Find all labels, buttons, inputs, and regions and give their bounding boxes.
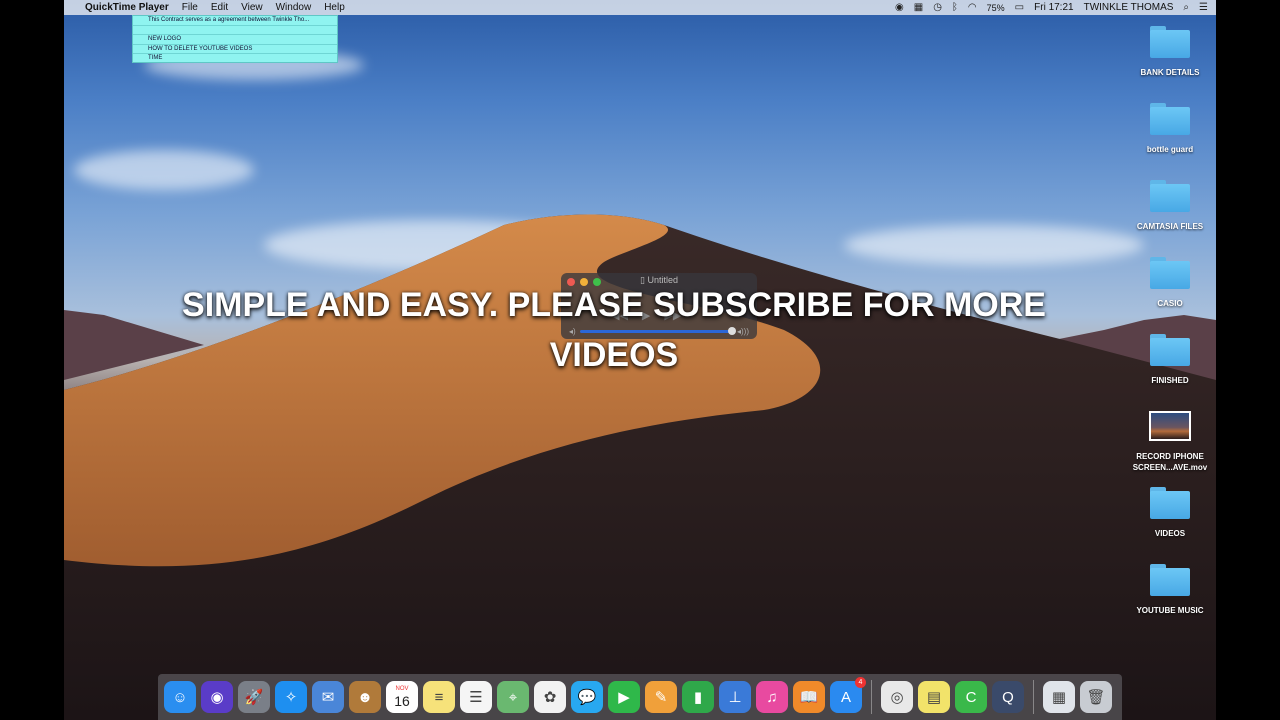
books-icon[interactable]: 📖 (793, 681, 825, 713)
folder-icon (1150, 257, 1190, 289)
movie-thumbnail-icon (1149, 411, 1191, 441)
mail-icon[interactable]: ✉ (312, 681, 344, 713)
numbers-icon[interactable]: ▮ (682, 681, 714, 713)
desktop: QuickTime Player File Edit View Window H… (64, 0, 1216, 720)
menu-view[interactable]: View (241, 2, 263, 13)
reminders-icon[interactable]: ☰ (460, 681, 492, 713)
stickies-note[interactable]: This Contract serves as a agreement betw… (132, 15, 338, 63)
notification-center-icon[interactable]: ☰ (1199, 2, 1208, 13)
dock: ☺ ◉ 🚀 ✧ ✉ ☻ NOV 16 ≡ ☰ ⌖ ✿ 💬 ▶ ✎ ▮ ⊥ ♫ 📖 A 4 ◎ ▤ C Q ▦ 🗑 (158, 674, 1122, 720)
pages-icon[interactable]: ✎ (645, 681, 677, 713)
notification-badge: 4 (855, 677, 866, 688)
desktop-folder-youtube-music[interactable]: YOUTUBE MUSIC (1125, 564, 1215, 615)
sticky-line: HOW TO DELETE YOUTUBE VIDEOS (133, 45, 337, 55)
contacts-icon[interactable]: ☻ (349, 681, 381, 713)
sticky-line: TIME (148, 55, 163, 62)
desktop-folder-casio[interactable]: CASIO (1125, 257, 1215, 308)
itunes-icon[interactable]: ♫ (756, 681, 788, 713)
maps-icon[interactable]: ⌖ (497, 681, 529, 713)
desktop-file-record-iphone-screen[interactable]: RECORD IPHONE SCREEN...AVE.mov (1125, 411, 1215, 473)
app-menu[interactable]: QuickTime Player (85, 2, 169, 13)
user-name[interactable]: TWINKLE THOMAS (1084, 2, 1174, 13)
sticky-line (133, 26, 337, 36)
app-store-icon[interactable]: A4 (830, 677, 866, 713)
desktop-folder-bottle-guard[interactable]: bottle guard (1125, 103, 1215, 154)
video-caption: SIMPLE AND EASY. PLEASE SUBSCRIBE FOR MO… (182, 286, 1046, 374)
folder-icon (1150, 564, 1190, 596)
desktop-icon-label: bottle guard (1146, 145, 1194, 154)
folder-icon (1150, 180, 1190, 212)
menu-help[interactable]: Help (324, 2, 345, 13)
desktop-icon-label: CAMTASIA FILES (1136, 222, 1204, 231)
clock[interactable]: Fri 17:21 (1034, 2, 1073, 13)
time-machine-icon[interactable]: ◷ (933, 2, 942, 13)
desktop-icon-label: FINISHED (1151, 376, 1189, 385)
dock-separator (1033, 680, 1034, 714)
calendar-day: 16 (394, 693, 410, 709)
finder-icon[interactable]: ☺ (164, 681, 196, 713)
safari-icon[interactable]: ✧ (275, 681, 307, 713)
desktop-folder-finished[interactable]: FINISHED (1125, 334, 1215, 385)
keynote-icon[interactable]: ⊥ (719, 681, 751, 713)
desktop-folder-bank-details[interactable]: BANK DETAILS (1125, 26, 1215, 77)
film-icon[interactable]: ▦ (914, 2, 923, 13)
desktop-folder-camtasia-files[interactable]: CAMTASIA FILES (1125, 180, 1215, 231)
sticky-line: NEW LOGO (133, 35, 337, 45)
menu-window[interactable]: Window (276, 2, 312, 13)
battery-icon[interactable]: ▭ (1015, 2, 1024, 13)
record-icon[interactable]: ◉ (895, 2, 904, 13)
chrome-icon[interactable]: ◎ (881, 681, 913, 713)
quicktime-icon[interactable]: Q (992, 681, 1024, 713)
desktop-icon-label: VIDEOS (1154, 529, 1186, 538)
camtasia-icon[interactable]: C (955, 681, 987, 713)
downloads-stack-icon[interactable]: ▦ (1043, 681, 1075, 713)
battery-percent[interactable]: 75% (987, 3, 1005, 13)
trash-icon[interactable]: 🗑 (1080, 681, 1112, 713)
notes-icon[interactable]: ≡ (423, 681, 455, 713)
wifi-icon[interactable]: ◠ (968, 2, 977, 13)
spotlight-icon[interactable]: ⌕ (1183, 2, 1189, 13)
desktop-icon-label: CASIO (1157, 299, 1183, 308)
stickies-icon[interactable]: ▤ (918, 681, 950, 713)
facetime-icon[interactable]: ▶ (608, 681, 640, 713)
messages-icon[interactable]: 💬 (571, 681, 603, 713)
desktop-icon-label: BANK DETAILS (1140, 68, 1200, 77)
siri-icon[interactable]: ◉ (201, 681, 233, 713)
calendar-month: NOV (395, 686, 409, 692)
menu-edit[interactable]: Edit (211, 2, 228, 13)
desktop-icon-label: RECORD IPHONE SCREEN...AVE.mov (1132, 452, 1208, 472)
folder-icon (1150, 26, 1190, 58)
bluetooth-icon[interactable]: ᛒ (952, 2, 958, 13)
folder-icon (1150, 487, 1190, 519)
launchpad-icon[interactable]: 🚀 (238, 681, 270, 713)
photos-icon[interactable]: ✿ (534, 681, 566, 713)
calendar-icon[interactable]: NOV 16 (386, 681, 418, 713)
desktop-folder-videos[interactable]: VIDEOS (1125, 487, 1215, 538)
dock-separator (871, 680, 872, 714)
folder-icon (1150, 103, 1190, 135)
menu-file[interactable]: File (182, 2, 198, 13)
desktop-icon-label: YOUTUBE MUSIC (1136, 606, 1204, 615)
folder-icon (1150, 334, 1190, 366)
menu-bar: QuickTime Player File Edit View Window H… (64, 0, 1216, 15)
sticky-line: This Contract serves as a agreement betw… (133, 16, 337, 26)
